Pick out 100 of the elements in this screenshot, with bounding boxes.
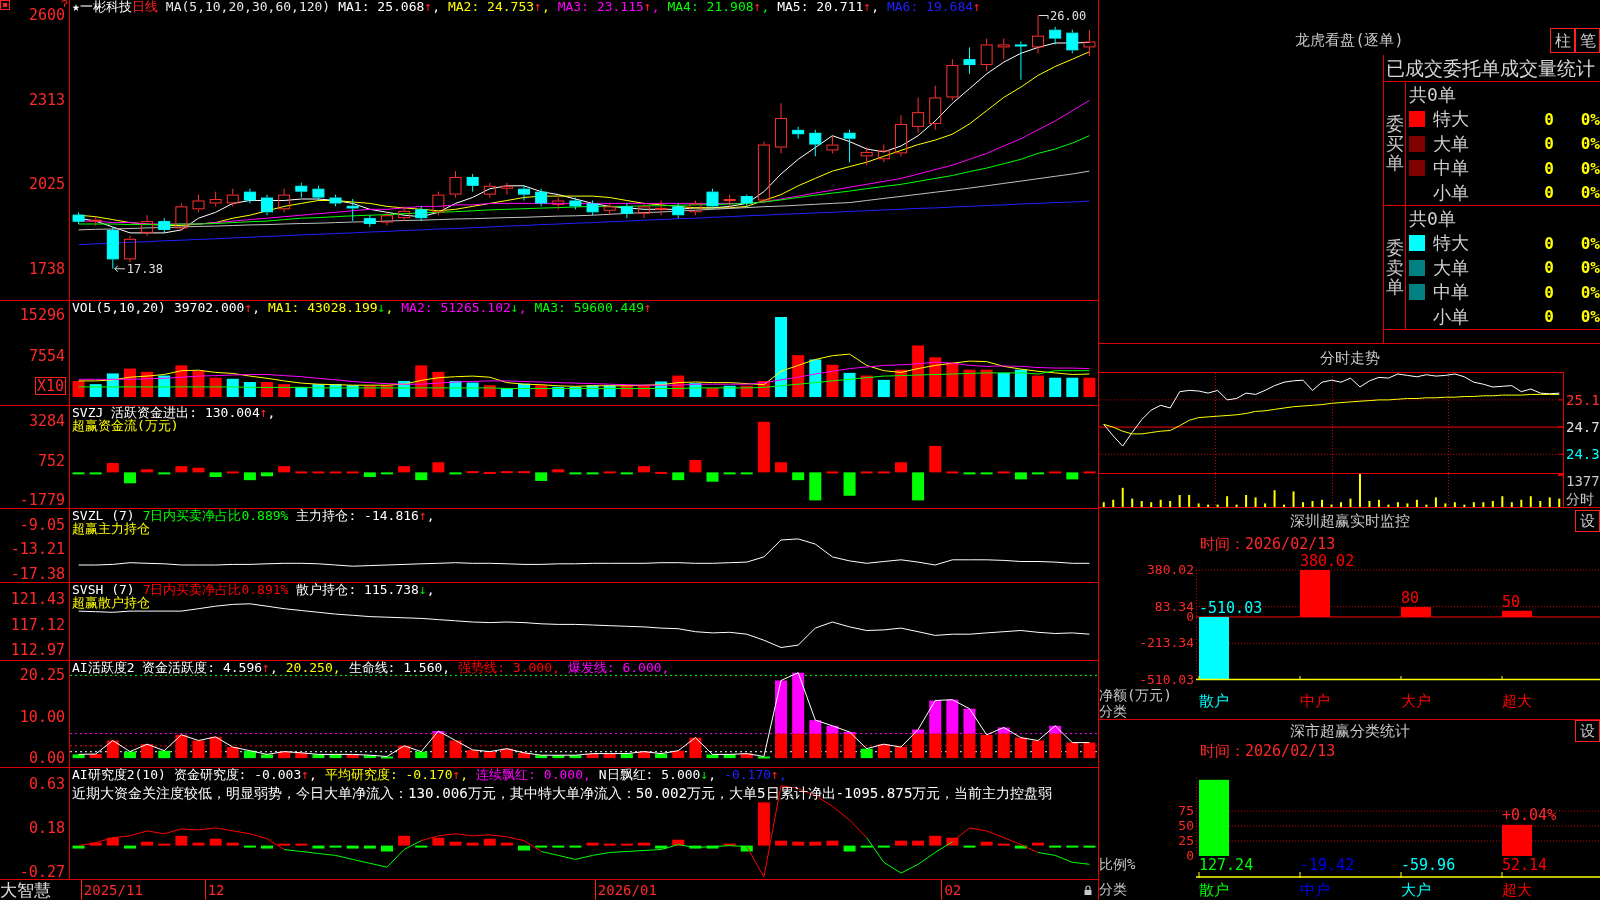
indicator-name: MA(5,10,20,30,60,120) [165,0,331,14]
price-annotation: 17.38 [126,261,163,276]
chart-bar [740,845,753,852]
chart-bar [500,748,513,759]
chart-bar [963,708,976,734]
chart-bar [1102,502,1105,507]
list-separator: , [871,0,879,14]
axis-label: -17.38 [10,566,65,582]
chart-bar [261,754,274,759]
row-label: 大单 [1433,132,1469,154]
candlestick [518,185,531,201]
trend-arrow: ↑ [534,0,542,14]
chart-bar [278,384,291,398]
chart-bar [929,733,942,759]
axis-label: 7554 [28,348,65,364]
candlestick [603,202,616,216]
chart-bar [1415,499,1418,507]
trend-arrow: ↑ [753,0,762,14]
chart-bar [175,734,188,759]
order-count: 0 [1544,109,1554,129]
chart-bar [877,471,890,474]
ratio-value: 52.14 [1502,855,1548,874]
indicator-value: 39702.000 [173,300,245,315]
chart-bar [72,472,85,475]
candlestick [997,38,1010,60]
chart-bar [312,471,325,474]
chart-bar [1207,504,1210,507]
chart-bar [209,838,222,846]
chart-bar [1311,501,1314,507]
candlestick [792,126,805,140]
indicator-title: 超赢资金流(万元) [72,418,179,433]
chart-bar [1032,472,1045,475]
chart-bar [552,845,565,848]
settings-button[interactable]: 设 [1575,510,1600,532]
candlestick [1049,26,1062,45]
chart-bar [500,842,513,846]
chart-bar [1150,502,1153,507]
candlestick [775,102,788,154]
chart-bar [997,372,1010,398]
ratio-value: -59.96 [1401,855,1456,874]
chart-bar [757,756,770,759]
chart-bar [106,740,119,759]
chart-bar [500,387,513,398]
chart-bar [843,372,856,398]
chart-bar [1510,502,1513,507]
chart-bar [380,756,393,759]
chart-bar [1049,471,1062,474]
indicator-value: 爆发线: 6.000, [567,660,670,675]
chart-bar [141,841,154,846]
chart-bar [209,377,222,398]
axis-label: -0.27 [19,864,65,880]
axis-title: 分类 [1099,881,1128,897]
candlestick [226,188,239,207]
chart-bar [1491,501,1494,507]
chart-bar [1377,499,1380,507]
candlestick [158,217,171,234]
axis-label: 112.97 [10,642,65,658]
panel-title: 龙虎看盘(逐单) [1295,31,1404,50]
chart-bar [415,751,428,759]
trend-arrow: ↑ [863,0,872,14]
category-label: 大户 [1401,692,1431,710]
group-label: 委卖单 [1385,237,1404,298]
indicator-value: MA1: 25.068 [338,0,425,14]
chart-bar [723,754,736,759]
chart-bar [449,841,462,846]
chart-bar [1502,824,1532,856]
trend-arrow: ↑ [973,0,981,14]
order-percent: 0% [1580,134,1600,154]
candlestick [1014,41,1027,81]
row-label: 中单 [1433,281,1469,303]
category-label: 散户 [1199,692,1229,710]
order-percent: 0% [1580,233,1600,253]
chart-bar [655,845,668,849]
view-toggle-button[interactable]: 柱 [1550,28,1575,53]
category-label: 大户 [1401,880,1431,899]
indicator-value: MA6: 19.684 [886,0,974,14]
chart-bar [775,840,788,846]
view-toggle-button[interactable]: 笔 [1575,28,1600,53]
candlestick [1083,29,1096,57]
chart-bar [89,754,102,759]
category-label: 中户 [1300,692,1330,710]
chart-bar [1330,504,1333,507]
candlestick [466,173,479,193]
chart-bar [1112,499,1115,507]
trend-arrow: ↑ [301,767,310,782]
chart-bar [894,462,907,473]
candlestick [586,200,599,216]
trend-arrow: ↑ [418,508,427,523]
chart-bar [672,839,685,846]
chart-bar [929,700,942,734]
chart-bar [398,466,411,473]
chart-bar [1501,496,1504,507]
axis-title: 分时 [1566,492,1594,507]
chart-bar [1014,845,1027,849]
axis-label: 0.00 [28,750,65,766]
list-separator: , [267,405,276,420]
chart-bar [826,471,839,474]
settings-button[interactable]: 设 [1575,720,1600,742]
chart-bar [1539,501,1542,507]
axis-label: 75 [1178,806,1194,816]
